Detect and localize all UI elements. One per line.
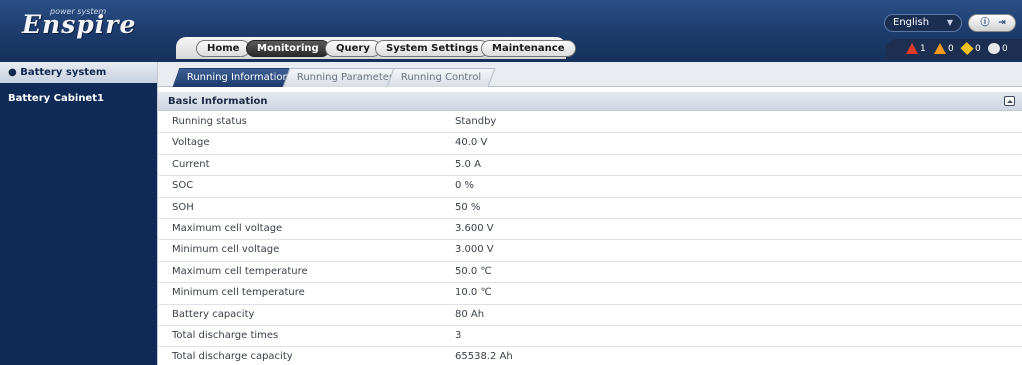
- nav-tab-system-settings[interactable]: System Settings: [375, 40, 490, 57]
- table-row: Total discharge capacity 65538.2 Ah: [158, 347, 1022, 365]
- row-label: SOC: [172, 180, 194, 192]
- major-alarm-icon: [934, 43, 946, 54]
- sidebar-item-battery-system[interactable]: ● Battery system: [0, 62, 157, 83]
- nav-tab-query[interactable]: Query: [325, 40, 381, 57]
- collapse-icon[interactable]: [1004, 96, 1015, 106]
- minor-alarm-icon: [960, 41, 974, 56]
- logout-icon[interactable]: ⇥: [995, 17, 1009, 29]
- alarm-minor-count: 0: [975, 44, 981, 54]
- sidebar-item-label: Battery Cabinet1: [8, 93, 104, 104]
- sidebar: ● Battery system Battery Cabinet1: [0, 62, 157, 365]
- row-value: 65538.2 Ah: [455, 351, 513, 363]
- chevron-down-icon: ▼: [946, 18, 953, 27]
- row-label: Maximum cell voltage: [172, 222, 283, 234]
- alarm-major-count: 0: [948, 44, 954, 54]
- alarm-critical[interactable]: 1: [906, 43, 926, 55]
- table-row: Total discharge times 3: [158, 326, 1022, 348]
- logo-tagline: power system: [50, 7, 107, 16]
- section-title: Basic Information: [168, 96, 268, 107]
- subtab-running-control[interactable]: Running Control: [386, 68, 496, 87]
- row-value: Standby: [455, 116, 497, 127]
- row-value: 0 %: [455, 180, 475, 192]
- alarm-major[interactable]: 0: [934, 43, 954, 55]
- info-table: Running status Standby Voltage 40.0 V Curren…: [158, 112, 1022, 365]
- language-select[interactable]: English ▼: [884, 14, 962, 32]
- main-nav: Home Monitoring Query System Settings Ma…: [176, 37, 576, 59]
- table-row: Voltage 40.0 V: [158, 133, 1022, 155]
- row-value: 5.0 A: [455, 158, 481, 170]
- nav-tab-maintenance[interactable]: Maintenance: [481, 40, 576, 57]
- row-value: 3.600 V: [455, 222, 494, 234]
- bullet-icon: ●: [8, 67, 21, 78]
- row-label: Running status: [172, 116, 247, 127]
- table-row: Battery capacity 80 Ah: [158, 305, 1022, 326]
- sidebar-item-label: Battery system: [20, 67, 107, 78]
- alarm-warning-count: 0: [1002, 44, 1008, 54]
- row-label: Battery capacity: [172, 308, 255, 320]
- table-row: SOC 0 %: [158, 176, 1022, 198]
- alarm-bar: 1 0 0 0: [886, 39, 1022, 59]
- language-value: English: [893, 17, 930, 28]
- row-label: Total discharge times: [172, 329, 279, 341]
- header-buttons: ⓘ ⇥: [968, 14, 1016, 32]
- table-row: Running status Standby: [158, 112, 1022, 134]
- subtab-label: Running Control: [400, 72, 482, 83]
- section-basic-information: Basic Information: [158, 92, 1022, 111]
- subtab-bar: Running Information Running Parameter Ru…: [158, 62, 1022, 87]
- row-value: 3.000 V: [455, 244, 494, 256]
- top-header: power system Enspire Home Monitoring Que…: [0, 0, 1022, 62]
- row-value: 80 Ah: [455, 308, 485, 320]
- subtab-label: Running Parameter: [296, 72, 394, 83]
- row-label: Total discharge capacity: [172, 351, 293, 363]
- table-row: Minimum cell voltage 3.000 V: [158, 240, 1022, 262]
- alarm-minor[interactable]: 0: [960, 41, 981, 56]
- row-label: Minimum cell temperature: [172, 287, 305, 299]
- row-label: Current: [172, 158, 210, 170]
- table-row: Minimum cell temperature 10.0 ℃: [158, 283, 1022, 305]
- row-label: Maximum cell temperature: [172, 265, 308, 277]
- main-content: Running Information Running Parameter Ru…: [157, 62, 1022, 365]
- row-label: Minimum cell voltage: [172, 244, 280, 256]
- nav-tab-home[interactable]: Home: [196, 40, 251, 57]
- row-label: Voltage: [172, 137, 210, 149]
- table-row: Maximum cell temperature 50.0 ℃: [158, 262, 1022, 284]
- row-label: SOH: [172, 201, 194, 213]
- row-value: 3: [455, 329, 462, 341]
- alarm-critical-count: 1: [920, 44, 926, 54]
- subtab-label: Running Information: [186, 72, 289, 83]
- warning-alarm-icon: [988, 43, 1000, 54]
- alarm-warning[interactable]: 0: [988, 43, 1008, 55]
- table-row: Maximum cell voltage 3.600 V: [158, 219, 1022, 241]
- row-value: 50.0 ℃: [455, 265, 492, 277]
- sidebar-item-battery-cabinet1[interactable]: Battery Cabinet1: [0, 88, 157, 109]
- critical-alarm-icon: [906, 43, 918, 54]
- nav-tab-monitoring[interactable]: Monitoring: [246, 40, 330, 57]
- table-row: Current 5.0 A: [158, 155, 1022, 177]
- info-icon[interactable]: ⓘ: [978, 17, 992, 29]
- row-value: 10.0 ℃: [455, 287, 492, 299]
- enspire-logo: power system Enspire: [22, 7, 136, 39]
- table-row: SOH 50 %: [158, 198, 1022, 219]
- row-value: 50 %: [455, 201, 481, 213]
- row-value: 40.0 V: [455, 137, 488, 149]
